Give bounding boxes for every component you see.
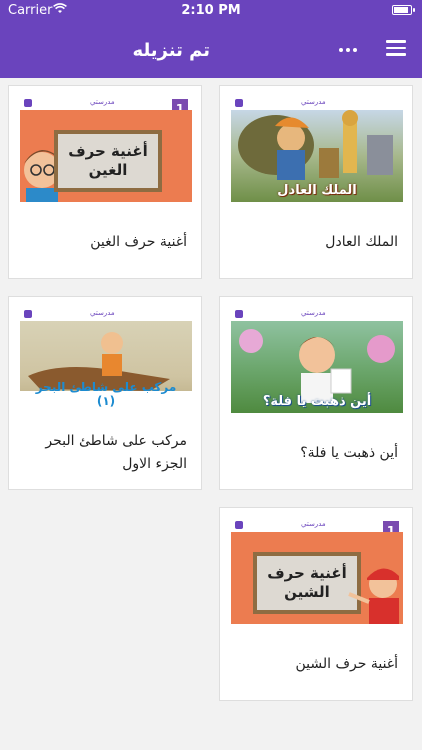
video-thumbnail: مدرستي مركب على شاطئ البحر (١) [20,308,192,413]
hamburger-line [386,46,406,49]
logo-icon [24,310,32,318]
boy-illustration [348,568,399,624]
video-title: الملك العادل [325,234,398,250]
video-card[interactable]: مدرستي 1 أغنية حرف الشين أغنية حرف الشين [219,507,413,701]
hamburger-line [386,53,406,56]
video-card[interactable]: مدرستي أين ذهبت يا فلة؟ أين ذهبت يا فلة؟ [219,296,413,490]
logo-icon [235,521,243,529]
logo-icon [235,310,243,318]
dot-icon [346,48,350,52]
status-bar: Carrier 2:10 PM [0,0,422,22]
more-options-button[interactable] [334,36,362,64]
video-title: أغنية حرف الغين [90,234,187,250]
battery-icon [392,5,415,15]
hamburger-line [386,40,406,43]
header-bar: Carrier 2:10 PM تم تنزيله [0,0,422,78]
logo-icon [235,99,243,107]
video-card[interactable]: مدرستي الملك العادل الملك العادل [219,85,413,279]
dot-icon [339,48,343,52]
video-thumbnail: مدرستي 1 أغنية حرف الغين [20,97,192,202]
menu-button[interactable] [386,40,406,56]
page-title: تم تنزيله [132,40,210,61]
navigation-bar: تم تنزيله [0,22,422,78]
dot-icon [353,48,357,52]
brand-logo: مدرستي [301,309,326,317]
thumbnail-title: الملك العادل [277,183,357,198]
video-thumbnail: مدرستي 1 أغنية حرف الشين [231,519,403,624]
thumbnail-title: مركب على شاطئ البحر (١) [35,380,177,408]
letter-sign: أغنية حرف الغين [54,130,162,192]
brand-logo: مدرستي [90,98,115,106]
video-title: مركب على شاطئ البحر الجزء الاول [45,433,187,472]
video-card[interactable]: مدرستي مركب على شاطئ البحر (١) مركب على … [8,296,202,490]
brand-logo: مدرستي [90,309,115,317]
video-thumbnail: مدرستي الملك العادل [231,97,403,202]
thumbnail-title: أين ذهبت يا فلة؟ [262,394,372,409]
brand-logo: مدرستي [301,520,326,528]
logo-icon [24,99,32,107]
video-thumbnail: مدرستي أين ذهبت يا فلة؟ [231,308,403,413]
video-title: أين ذهبت يا فلة؟ [300,445,398,461]
clock: 2:10 PM [181,3,241,18]
brand-logo: مدرستي [301,98,326,106]
video-title: أغنية حرف الشين [295,656,398,672]
video-card[interactable]: مدرستي 1 أغنية حرف الغين أغنية حرف الغين [8,85,202,279]
